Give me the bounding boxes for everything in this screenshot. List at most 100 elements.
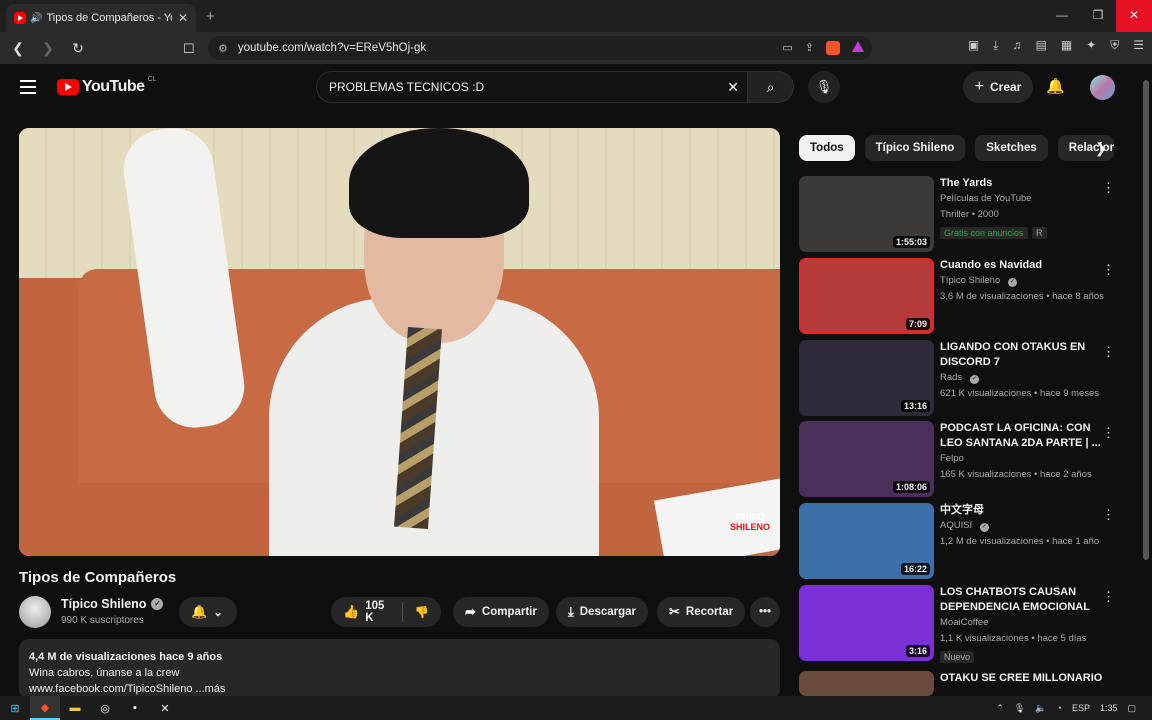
app-icon[interactable]: ▪ bbox=[120, 696, 150, 720]
cast-icon[interactable]: ▭ bbox=[782, 41, 792, 55]
clip-button[interactable]: ✂ Recortar bbox=[657, 597, 746, 627]
music-icon[interactable]: ♫ bbox=[1012, 38, 1021, 53]
recommendation-item[interactable]: 16:22 中文字母 AQUISI ✓ 1,2 M de visualizaci… bbox=[799, 503, 1129, 579]
rec-title[interactable]: LIGANDO CON OTAKUS EN DISCORD 7 bbox=[940, 340, 1108, 370]
forward-button[interactable]: ❯ bbox=[36, 40, 60, 57]
share-button[interactable]: ➦ Compartir bbox=[453, 597, 549, 627]
create-button[interactable]: + Crear bbox=[963, 71, 1033, 103]
rec-channel[interactable]: Películas de YouTube bbox=[940, 191, 1108, 207]
restore-button[interactable]: ❐ bbox=[1080, 0, 1116, 32]
thumbnail[interactable]: 13:16 bbox=[799, 340, 934, 416]
channel-name[interactable]: Típico Shileno ✓ bbox=[61, 597, 164, 611]
channel-avatar[interactable] bbox=[19, 596, 51, 628]
close-window-button[interactable]: ✕ bbox=[1116, 0, 1152, 32]
rec-title[interactable]: PODCAST LA OFICINA: CON LEO SANTANA 2DA … bbox=[940, 421, 1108, 451]
thumbnail[interactable]: 7:09 bbox=[799, 258, 934, 334]
download-icon[interactable]: ⤓ bbox=[993, 38, 998, 53]
subscription-bell-button[interactable]: 🔔 ⌄ bbox=[179, 597, 237, 627]
brave-shield-icon[interactable] bbox=[826, 41, 840, 55]
download-button[interactable]: ⤓ Descargar bbox=[556, 597, 649, 627]
rec-channel[interactable]: MoaiCoffee bbox=[940, 615, 1108, 631]
xbox-icon[interactable]: ✕ bbox=[150, 696, 180, 720]
youtube-logo[interactable]: YouTube CL bbox=[57, 76, 157, 96]
windows-start-icon[interactable]: ⊞ bbox=[0, 696, 30, 720]
more-vertical-icon[interactable]: ⋮ bbox=[1102, 425, 1115, 441]
language-indicator[interactable]: ESP bbox=[1072, 703, 1090, 713]
voice-search-button[interactable]: 🎙 bbox=[808, 71, 840, 103]
close-tab-icon[interactable]: ✕ bbox=[178, 11, 188, 25]
obs-icon[interactable]: ◎ bbox=[90, 696, 120, 720]
speaker-icon[interactable]: 🔊 bbox=[30, 13, 42, 24]
back-button[interactable]: ❮ bbox=[6, 40, 30, 57]
thumbnail[interactable]: 1:08:06 bbox=[799, 421, 934, 497]
share-url-icon[interactable]: ⇪ bbox=[805, 41, 814, 55]
sidebar-icon[interactable]: ▤ bbox=[1035, 38, 1046, 53]
chip-todos[interactable]: Todos bbox=[799, 135, 855, 161]
recommendation-item[interactable]: OTAKU SE CREE MILLONARIO bbox=[799, 671, 1129, 696]
description-box[interactable]: 4,4 M de visualizaciones hace 9 años Win… bbox=[19, 639, 780, 699]
browser-tab[interactable]: 🔊 Tipos de Compañeros - YouTube ✕ bbox=[6, 4, 196, 32]
url-field[interactable]: ⚙ youtube.com/watch?v=EReV5hOj-gk ▭ ⇪ bbox=[208, 36, 872, 60]
recommendation-item[interactable]: 1:55:03 The Yards Películas de YouTube T… bbox=[799, 176, 1129, 252]
new-tab-button[interactable]: + bbox=[206, 8, 215, 25]
notifications-icon[interactable]: ▢ bbox=[1127, 703, 1136, 714]
rec-channel[interactable]: Típico Shileno ✓ bbox=[940, 273, 1108, 289]
more-vertical-icon[interactable]: ⋮ bbox=[1102, 262, 1115, 278]
more-vertical-icon[interactable]: ⋮ bbox=[1102, 180, 1115, 196]
site-info-icon[interactable]: ⚙ bbox=[218, 42, 228, 55]
reload-button[interactable]: ↻ bbox=[66, 40, 90, 57]
minimize-button[interactable]: — bbox=[1044, 0, 1080, 32]
more-vertical-icon[interactable]: ⋮ bbox=[1102, 589, 1115, 605]
chip-tipico-shileno[interactable]: Típico Shileno bbox=[864, 135, 966, 161]
rec-title[interactable]: Cuando es Navidad bbox=[940, 258, 1108, 273]
thumbnail[interactable]: 1:55:03 bbox=[799, 176, 934, 252]
recommendation-item[interactable]: 7:09 Cuando es Navidad Típico Shileno ✓ … bbox=[799, 258, 1129, 334]
rec-title[interactable]: LOS CHATBOTS CAUSAN DEPENDENCIA EMOCIONA… bbox=[940, 585, 1108, 615]
recommendation-item[interactable]: 13:16 LIGANDO CON OTAKUS EN DISCORD 7 Ra… bbox=[799, 340, 1129, 416]
wallet-icon[interactable]: ▣ bbox=[968, 38, 979, 53]
guide-menu-icon[interactable] bbox=[20, 80, 36, 94]
menu-icon[interactable]: ☰ bbox=[1133, 38, 1144, 53]
notifications-bell-icon[interactable]: 🔔 bbox=[1046, 77, 1065, 95]
tray-chevron-icon[interactable]: ⌃ bbox=[996, 703, 1004, 714]
clear-search-icon[interactable]: ✕ bbox=[727, 79, 739, 96]
thumbnail[interactable] bbox=[799, 671, 934, 696]
scrollbar-thumb[interactable] bbox=[1143, 80, 1149, 560]
video-player[interactable]: TIPICO SHILENO bbox=[19, 128, 780, 556]
file-explorer-icon[interactable]: ▬ bbox=[60, 696, 90, 720]
microphone-tray-icon[interactable]: 🎙 bbox=[1014, 703, 1025, 714]
recommendation-item[interactable]: 1:08:06 PODCAST LA OFICINA: CON LEO SANT… bbox=[799, 421, 1129, 497]
rec-title[interactable]: OTAKU SE CREE MILLONARIO bbox=[940, 671, 1108, 686]
dislike-button[interactable]: 👎 bbox=[415, 605, 429, 619]
more-vertical-icon[interactable]: ⋮ bbox=[1102, 507, 1115, 523]
recommendation-item[interactable]: 3:16 LOS CHATBOTS CAUSAN DEPENDENCIA EMO… bbox=[799, 585, 1129, 663]
leo-ai-icon[interactable]: ✦ bbox=[1086, 38, 1096, 53]
like-button[interactable]: 👍 105 K bbox=[343, 600, 390, 624]
rec-title[interactable]: 中文字母 bbox=[940, 503, 1108, 518]
new-badge: Nuevo bbox=[940, 651, 975, 663]
channel-watermark[interactable]: TIPICO SHILENO bbox=[730, 512, 770, 532]
rec-channel[interactable]: AQUISI ✓ bbox=[940, 518, 1108, 534]
description-link[interactable]: www.facebook.com/TipicoShileno ...más bbox=[29, 681, 770, 697]
chip-sketches[interactable]: Sketches bbox=[975, 135, 1048, 161]
rec-channel[interactable]: Rads ✓ bbox=[940, 370, 1108, 386]
search-button[interactable]: ⌕ bbox=[748, 71, 794, 103]
page-scrollbar[interactable] bbox=[1140, 64, 1152, 696]
extensions-icon[interactable]: ▦ bbox=[1061, 38, 1072, 53]
more-actions-button[interactable]: ••• bbox=[750, 597, 780, 627]
vpn-icon[interactable]: ⛨ bbox=[1110, 38, 1119, 53]
rec-title[interactable]: The Yards bbox=[940, 176, 1108, 191]
brave-taskbar-icon[interactable]: ◆ bbox=[30, 696, 60, 720]
volume-icon[interactable]: 🔈 bbox=[1035, 703, 1046, 714]
chevron-right-icon[interactable]: ❯ bbox=[1095, 140, 1107, 157]
rec-channel[interactable]: Felpo bbox=[940, 451, 1108, 467]
clock[interactable]: 1:35 bbox=[1100, 703, 1118, 713]
account-avatar[interactable] bbox=[1090, 75, 1115, 100]
bookmark-icon[interactable]: ☐ bbox=[183, 41, 195, 57]
network-icon[interactable]: ◔ bbox=[1057, 703, 1062, 713]
more-vertical-icon[interactable]: ⋮ bbox=[1102, 344, 1115, 360]
brave-rewards-icon[interactable] bbox=[852, 41, 864, 52]
search-input[interactable]: PROBLEMAS TECNICOS :D ✕ bbox=[316, 71, 748, 103]
thumbnail[interactable]: 3:16 bbox=[799, 585, 934, 661]
thumbnail[interactable]: 16:22 bbox=[799, 503, 934, 579]
